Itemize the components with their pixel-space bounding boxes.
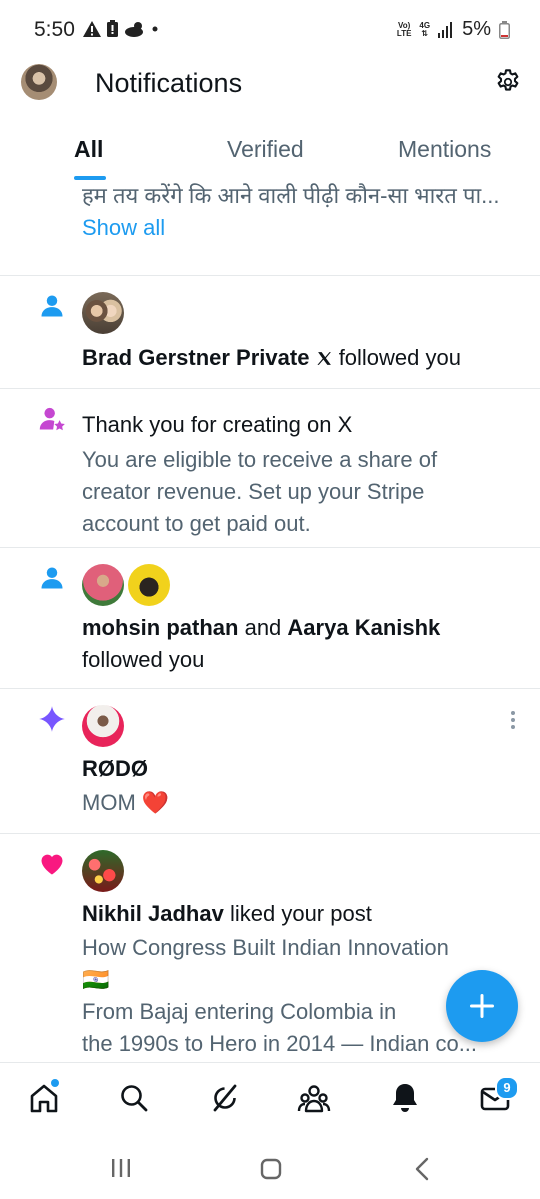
status-notification-icons: [83, 20, 158, 37]
search-icon[interactable]: [117, 1081, 151, 1115]
post-text-line: the 1990s to Hero in 2014 — Indian co...: [82, 1031, 478, 1056]
home-new-posts-dot: [51, 1079, 59, 1087]
user-name[interactable]: Brad Gerstner Private: [82, 345, 309, 370]
follow-text: Brad Gerstner Private followed you: [82, 342, 461, 374]
recent-apps-icon[interactable]: [110, 1158, 132, 1178]
user-name[interactable]: Aarya Kanishk: [287, 615, 440, 640]
profile-avatar-button[interactable]: [21, 64, 57, 100]
notification-item[interactable]: हम तय करेंगे कि आने वाली पीढ़ी कौन-सा भा…: [0, 180, 540, 276]
person-follow-icon: [41, 295, 63, 317]
battery-percent: 5%: [462, 18, 491, 40]
more-options-icon[interactable]: [510, 709, 516, 731]
notification-body-line: creator revenue. Set up your Stripe: [82, 479, 425, 504]
system-navigation-bar: [0, 1134, 540, 1199]
user-name[interactable]: Nikhil Jadhav: [82, 901, 224, 926]
messages-count-badge: 9: [495, 1076, 519, 1100]
like-text: Nikhil Jadhav liked your post: [82, 898, 372, 930]
user-name[interactable]: mohsin pathan: [82, 615, 238, 640]
weather-icon: [125, 21, 143, 37]
compose-post-button[interactable]: [446, 970, 518, 1042]
notification-item-follow[interactable]: Brad Gerstner Private followed you: [0, 276, 540, 389]
post-text-line: हम तय करेंगे कि आने वाली पीढ़ी कौन-सा भा…: [82, 183, 500, 208]
notification-body-line: You are eligible to receive a share of: [82, 447, 438, 472]
notifications-bell-icon[interactable]: [388, 1081, 422, 1115]
follower-avatar[interactable]: [128, 564, 170, 606]
status-right-icons: Vo) LTE 4G ⇅ 5%: [397, 18, 510, 41]
notification-item-recommended[interactable]: RØDØ MOM ❤️: [0, 689, 540, 834]
page-title: Notifications: [95, 68, 243, 98]
notification-tabs: All Verified Mentions: [0, 120, 540, 180]
warning-icon: [83, 20, 101, 37]
heart-like-icon: [41, 854, 63, 875]
back-icon[interactable]: [414, 1157, 430, 1181]
home-button-icon[interactable]: [260, 1158, 282, 1180]
communities-icon[interactable]: [297, 1081, 331, 1115]
volte-indicator: Vo) LTE: [396, 20, 412, 38]
red-heart-emoji: ❤️: [141, 790, 170, 815]
network-type-indicator: 4G ⇅: [419, 20, 431, 38]
follow-action: followed you: [338, 345, 461, 370]
more-notifications-dot-icon: [152, 26, 158, 31]
settings-gear-icon[interactable]: [494, 68, 522, 96]
follow-action: followed you: [82, 647, 205, 672]
liker-avatar[interactable]: [82, 850, 124, 892]
x-logo-icon: [316, 352, 331, 365]
creator-person-star-icon: [39, 407, 65, 431]
bottom-navigation: 9: [0, 1062, 540, 1134]
user-name[interactable]: RØDØ: [82, 753, 148, 785]
signal-icon: [438, 21, 453, 38]
notification-feed[interactable]: हम तय करेंगे कि आने वाली पीढ़ी कौन-सा भा…: [0, 180, 540, 1062]
tab-verified[interactable]: Verified: [227, 136, 304, 163]
tab-mentions[interactable]: Mentions: [398, 136, 491, 163]
battery-icon: [499, 20, 510, 39]
plus-icon: [470, 994, 494, 1018]
like-action: liked your post: [229, 901, 372, 926]
follow-text: mohsin pathan and Aarya Kanishk: [82, 615, 441, 640]
india-flag-emoji: 🇮🇳: [82, 967, 110, 992]
post-text: MOM ❤️: [82, 790, 170, 815]
follower-avatar[interactable]: [82, 564, 124, 606]
notification-item-creator[interactable]: Thank you for creating on X You are elig…: [0, 389, 540, 548]
post-text-line: From Bajaj entering Colombia in: [82, 999, 397, 1024]
app-header: Notifications: [0, 60, 540, 120]
follower-avatar[interactable]: [82, 292, 124, 334]
status-bar: 5:50 Vo) LTE 4G ⇅ 5%: [0, 0, 540, 60]
person-follow-icon: [41, 567, 63, 589]
status-time: 5:50: [34, 18, 75, 41]
notification-body-line: account to get paid out.: [82, 511, 311, 536]
grok-icon[interactable]: [208, 1081, 242, 1115]
sparkle-icon: [39, 706, 65, 732]
post-text-line: How Congress Built Indian Innovation: [82, 935, 449, 960]
tab-all[interactable]: All: [74, 136, 103, 163]
notification-title: Thank you for creating on X: [82, 412, 353, 437]
battery-alert-icon: [107, 20, 118, 37]
notification-item-follow[interactable]: mohsin pathan and Aarya Kanishk followed…: [0, 548, 540, 689]
author-avatar[interactable]: [82, 705, 124, 747]
show-all-link[interactable]: Show all: [82, 212, 165, 244]
